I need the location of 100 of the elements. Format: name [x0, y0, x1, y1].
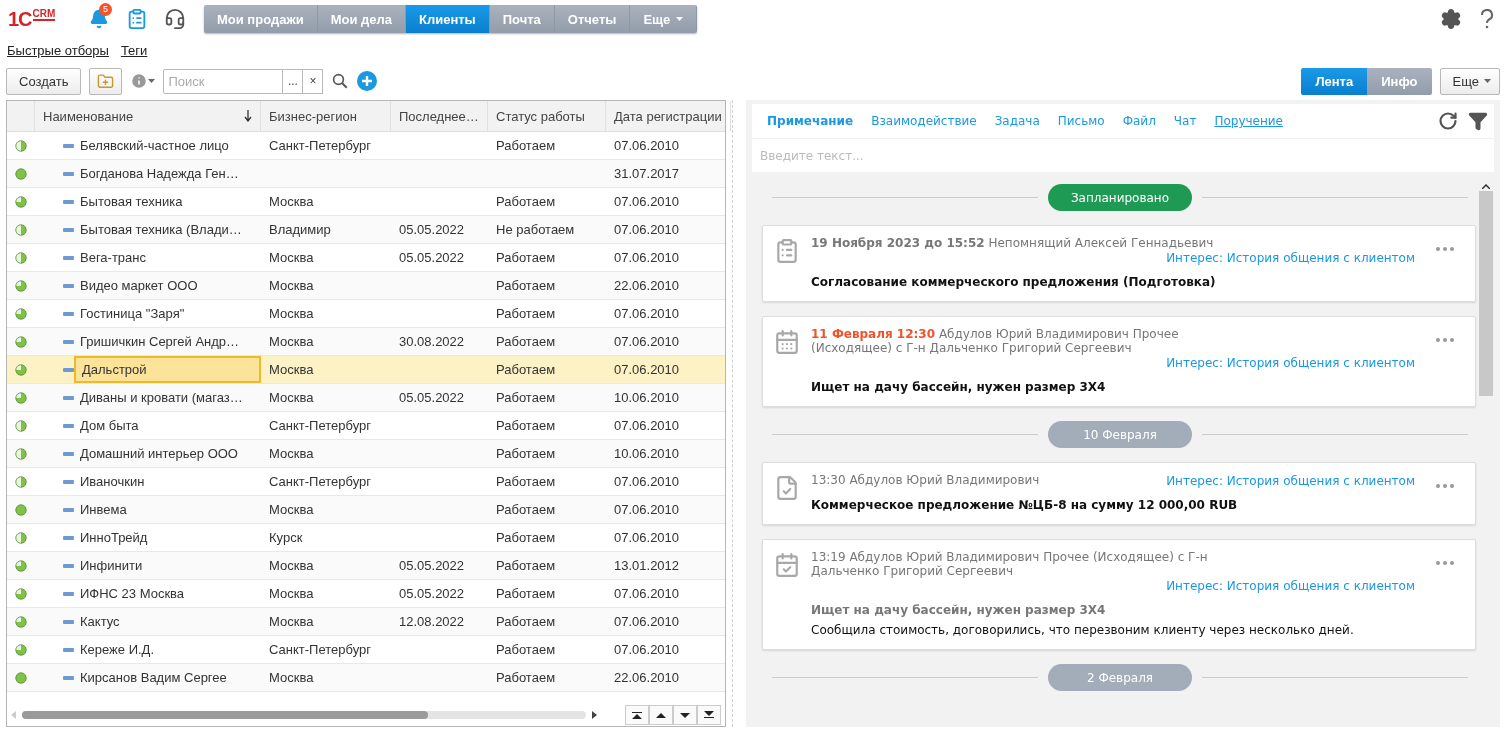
column-header[interactable]: Бизнес-регион — [261, 101, 391, 131]
table-row[interactable]: Диваны и кровати (магаз… Москва 05.05.2022 Работаем 10.06.2010 — [7, 384, 725, 412]
pie-chart-icon — [15, 613, 27, 630]
dash-icon — [63, 479, 74, 484]
table-cell-text: Не работаем — [495, 221, 576, 239]
table-cell-text: Кактус — [79, 613, 121, 631]
pie-chart-icon — [15, 361, 27, 378]
table-row[interactable]: Видео маркет ООО Москва Работаем 22.06.2010 — [7, 272, 725, 300]
add-icon[interactable] — [357, 71, 378, 91]
last-row-button[interactable] — [697, 705, 721, 725]
more-dots-icon — [1436, 560, 1454, 565]
pie-chart-icon — [15, 305, 27, 322]
last-icon — [704, 711, 714, 719]
table-cell-text: Работаем — [495, 557, 557, 575]
table-cell-text: Видео маркет ООО — [79, 277, 199, 295]
table-cell-text: Работаем — [495, 277, 557, 295]
up-icon — [656, 711, 666, 719]
table-row[interactable]: Кирсанов Вадим Сергее Москва Работаем 22.06.2010 — [7, 664, 725, 692]
refresh-icon[interactable] — [1438, 111, 1458, 131]
table-cell-text: Инвема — [79, 501, 128, 519]
clear-button[interactable]: × — [303, 68, 324, 94]
dash-icon — [63, 451, 74, 456]
horizontal-scrollbar[interactable] — [22, 711, 586, 719]
table-cell-text: 05.05.2022 — [398, 249, 466, 267]
table-cell-text: Москва — [268, 305, 315, 323]
filter-link[interactable]: Теги — [120, 42, 148, 58]
add-folder-button[interactable] — [89, 67, 123, 95]
settings-icon[interactable] — [1440, 8, 1462, 30]
calendar-icon — [774, 329, 800, 355]
table-cell-text: Москва — [268, 249, 315, 267]
table-cell-text: 13.01.2012 — [613, 557, 681, 575]
card-title: Согласование коммерческого предложения (Подготовка) — [811, 275, 1217, 289]
first-row-button[interactable] — [625, 705, 649, 725]
table-cell-text: Москва — [268, 193, 315, 211]
table-cell-text: Работаем — [495, 585, 557, 603]
pie-chart-icon — [15, 641, 27, 658]
clipboard-icon[interactable] — [126, 8, 148, 30]
table-cell-text: 12.08.2022 — [398, 613, 466, 631]
search-field[interactable]: Поиск — [163, 68, 284, 94]
dash-icon — [63, 311, 74, 316]
headset-icon[interactable] — [164, 8, 186, 30]
table-cell-text: Богданова Надежда Ген… — [79, 165, 240, 183]
table-row[interactable]: Гришичкин Сергей Андр… Москва 30.08.2022 Работаем 07.06.2010 — [7, 328, 725, 356]
table-cell-text: Работаем — [495, 417, 557, 435]
view-tab[interactable]: Лента — [1301, 67, 1368, 95]
half-circle-icon — [15, 221, 27, 238]
next-row-button[interactable] — [673, 705, 697, 725]
search-icon[interactable] — [331, 72, 350, 90]
card-header-text: 13:19 Абдулов Юрий Владимирович Прочее (Исходящее) с Г-н Дальченко Григорий Сергеевич — [811, 550, 1209, 578]
card-header-text: 19 Ноября 2023 до 15:52 Непомнящий Алексей Геннадьевич — [811, 236, 1214, 250]
table-cell-text: 22.06.2010 — [613, 277, 681, 295]
table-cell-text: Работаем — [495, 473, 557, 491]
dash-icon — [63, 283, 74, 288]
notification-badge: 5 — [99, 3, 112, 16]
first-icon — [632, 711, 642, 719]
table-cell-text: 10.06.2010 — [613, 389, 681, 407]
dash-icon — [63, 143, 74, 148]
clipboard-icon — [774, 238, 800, 264]
table-row[interactable]: Инвема Москва Работаем 07.06.2010 — [7, 496, 725, 524]
table-row[interactable]: Кактус Москва 12.08.2022 Работаем 07.06.2010 — [7, 608, 725, 636]
table-cell-text: 30.08.2022 — [398, 333, 466, 351]
table-cell-text: Бытовая техника (Влади… — [79, 221, 243, 239]
column-header[interactable]: Статус работы — [488, 101, 606, 131]
table-cell-text: 07.06.2010 — [613, 221, 681, 239]
scroll-right-icon[interactable] — [592, 711, 597, 719]
table-cell-text: Санкт-Петербург — [268, 473, 372, 491]
table-cell-text: Кереже И.Д. — [79, 641, 156, 659]
column-header[interactable]: Дата регистрации — [606, 101, 731, 131]
create-button[interactable]: Создать — [6, 67, 82, 95]
table-row[interactable]: Дальстрой Москва Работаем 07.06.2010 — [7, 356, 725, 384]
filter-link[interactable]: Быстрые отборы — [7, 42, 109, 58]
table-cell-text: 05.05.2022 — [398, 389, 466, 407]
info-icon[interactable] — [130, 72, 149, 90]
table-cell-text: 07.06.2010 — [613, 305, 681, 323]
table-cell-text: Инфинити — [79, 557, 144, 575]
half-circle-icon — [15, 137, 27, 154]
column-header[interactable]: Наименование — [35, 101, 261, 131]
table-row[interactable]: Бытовая техника (Влади… Владимир 05.05.2022 Не работаем 07.06.2010 — [7, 216, 725, 244]
nav-tab[interactable]: Клиенты — [406, 5, 490, 33]
dash-icon — [63, 199, 74, 204]
pie-chart-icon — [15, 389, 27, 406]
previous-row-button[interactable] — [649, 705, 673, 725]
table-row[interactable]: Богданова Надежда Ген… 31.07.2017 — [7, 160, 725, 188]
dash-icon — [63, 339, 74, 344]
column-header[interactable]: Последнее… — [391, 101, 488, 131]
more-dots-icon — [1436, 246, 1454, 251]
filter-icon[interactable] — [1468, 111, 1488, 131]
table-row[interactable]: Инфинити Москва 05.05.2022 Работаем 13.01.2012 — [7, 552, 725, 580]
help-icon[interactable] — [1480, 9, 1494, 29]
dash-icon — [63, 535, 74, 540]
more-button[interactable]: ... — [283, 68, 304, 94]
table-row[interactable]: Домашний интерьер ООО Москва Работаем 10.06.2010 — [7, 440, 725, 468]
table-cell-text: Гостиница "Заря" — [79, 305, 186, 323]
table-cell-text: 07.06.2010 — [613, 361, 681, 379]
caret-icon[interactable] — [148, 79, 156, 83]
pie-chart-icon — [15, 277, 27, 294]
pie-chart-icon — [15, 557, 27, 574]
scroll-up-icon[interactable] — [1482, 184, 1490, 189]
more-menu-button[interactable]: Еще — [1439, 67, 1500, 95]
text-input-field[interactable]: Введите текст... — [752, 138, 1494, 172]
